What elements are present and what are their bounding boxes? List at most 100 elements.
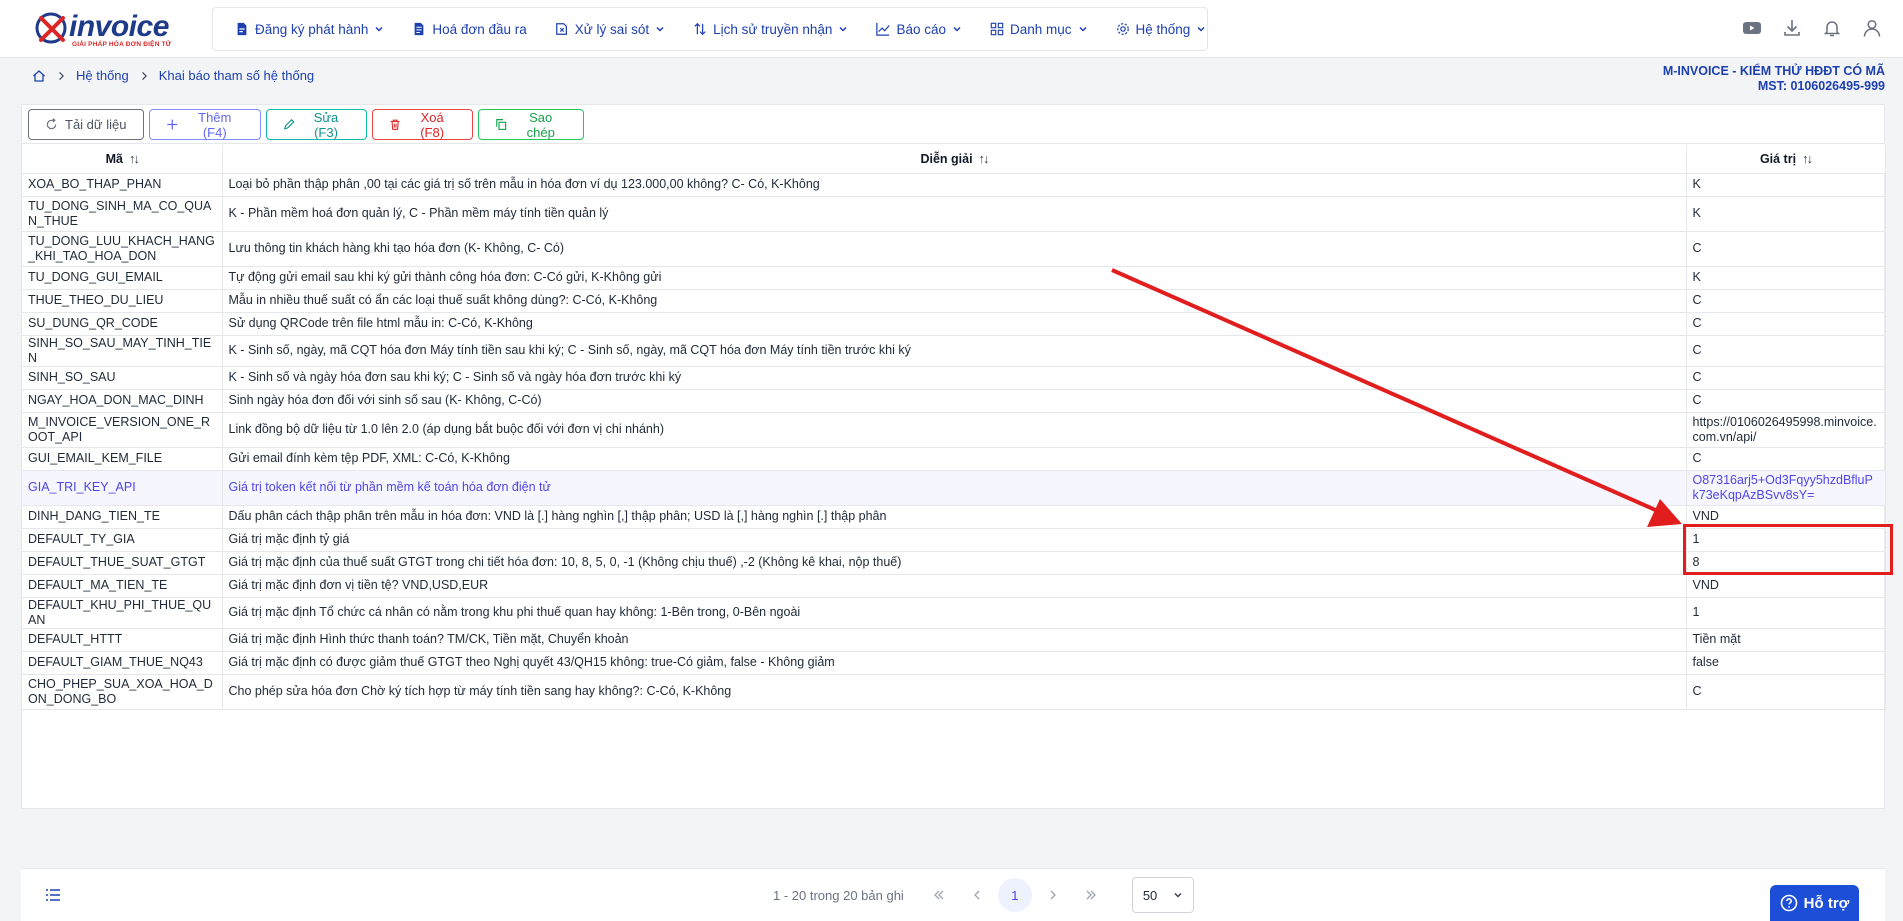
cell-code[interactable]: DEFAULT_HTTT bbox=[22, 628, 223, 652]
cell-description[interactable]: Gửi email đính kèm tệp PDF, XML: C-Có, K… bbox=[222, 447, 1687, 471]
nav-he-thong[interactable]: Hệ thống bbox=[1102, 8, 1221, 50]
cell-value[interactable]: O87316arj5+Od3Fqyy5hzdBfluPk73eKqpAzBSvv… bbox=[1686, 470, 1886, 506]
last-page-button[interactable] bbox=[1074, 878, 1108, 912]
cell-code[interactable]: CHO_PHEP_SUA_XOA_HOA_DON_DONG_BO bbox=[22, 674, 223, 710]
cell-description[interactable]: Giá trị mặc định của thuế suất GTGT tron… bbox=[222, 551, 1687, 575]
cell-code[interactable]: DEFAULT_MA_TIEN_TE bbox=[22, 574, 223, 598]
col-header-code[interactable]: Mã ↑↓ bbox=[22, 145, 223, 174]
cell-code[interactable]: DEFAULT_KHU_PHI_THUE_QUAN bbox=[22, 597, 223, 629]
cell-description[interactable]: Giá trị mặc định Hình thức thanh toán? T… bbox=[222, 628, 1687, 652]
cell-description[interactable]: Sinh ngày hóa đơn đối với sinh số sau (K… bbox=[222, 389, 1687, 413]
nav-bao-cao[interactable]: Báo cáo bbox=[862, 8, 976, 50]
cell-code[interactable]: DEFAULT_GIAM_THUE_NQ43 bbox=[22, 651, 223, 675]
cell-value[interactable]: K bbox=[1686, 196, 1886, 232]
cell-value[interactable]: false bbox=[1686, 651, 1886, 675]
table-row[interactable]: M_INVOICE_VERSION_ONE_ROOT_API Link đồng … bbox=[22, 412, 1886, 448]
cell-value[interactable]: Tiền mặt bbox=[1686, 628, 1886, 652]
cell-code[interactable]: TU_DONG_LUU_KHACH_HANG_KHI_TAO_HOA_DON bbox=[22, 231, 223, 267]
home-icon[interactable] bbox=[32, 69, 46, 83]
cell-description[interactable]: Link đồng bộ dữ liệu từ 1.0 lên 2.0 (áp … bbox=[222, 412, 1687, 448]
table-row[interactable]: DEFAULT_TY_GIA Giá trị mặc định tỷ giá 1 bbox=[22, 528, 1886, 552]
table-row[interactable]: SINH_SO_SAU_MAY_TINH_TIEN K - Sinh số, ng… bbox=[22, 335, 1886, 367]
sort-icon[interactable]: ↑↓ bbox=[979, 151, 990, 166]
sort-icon[interactable]: ↑↓ bbox=[1802, 151, 1813, 166]
cell-code[interactable]: TU_DONG_GUI_EMAIL bbox=[22, 266, 223, 290]
cell-code[interactable]: THUE_THEO_DU_LIEU bbox=[22, 289, 223, 313]
cell-value[interactable]: C bbox=[1686, 335, 1886, 367]
cell-value[interactable]: C bbox=[1686, 389, 1886, 413]
cell-value[interactable]: VND bbox=[1686, 574, 1886, 598]
logo[interactable]: invoice GIẢI PHÁP HÓA ĐƠN ĐIỆN TỬ bbox=[33, 10, 173, 48]
user-icon[interactable] bbox=[1861, 17, 1883, 39]
bell-icon[interactable] bbox=[1821, 17, 1843, 39]
breadcrumb-current[interactable]: Khai báo tham số hệ thống bbox=[159, 68, 314, 83]
table-row[interactable]: GUI_EMAIL_KEM_FILE Gửi email đính kèm tệp… bbox=[22, 447, 1886, 471]
nav-lich-su-truyen-nhan[interactable]: Lịch sử truyền nhận bbox=[679, 8, 862, 50]
cell-description[interactable]: Giá trị mặc định Tổ chức cá nhân có nằm … bbox=[222, 597, 1687, 629]
nav-danh-muc[interactable]: Danh mục bbox=[976, 8, 1102, 50]
cell-description[interactable]: K - Phần mềm hoá đơn quản lý, C - Phần m… bbox=[222, 196, 1687, 232]
next-page-button[interactable] bbox=[1036, 878, 1070, 912]
col-header-description[interactable]: Diễn giải ↑↓ bbox=[222, 145, 1687, 174]
cell-value[interactable]: 1 bbox=[1686, 528, 1886, 552]
cell-value[interactable]: C bbox=[1686, 231, 1886, 267]
edit-button[interactable]: Sửa (F3) bbox=[266, 109, 367, 140]
table-row[interactable]: DEFAULT_THUE_SUAT_GTGT Giá trị mặc định c… bbox=[22, 551, 1886, 575]
nav-dang-ky-phat-hanh[interactable]: Đăng ký phát hành bbox=[221, 8, 398, 50]
cell-value[interactable]: 8 bbox=[1686, 551, 1886, 575]
cell-description[interactable]: Mẫu in nhiều thuế suất có ẩn các loại th… bbox=[222, 289, 1687, 313]
first-page-button[interactable] bbox=[922, 878, 956, 912]
cell-code[interactable]: GUI_EMAIL_KEM_FILE bbox=[22, 447, 223, 471]
cell-value[interactable]: C bbox=[1686, 366, 1886, 390]
youtube-icon[interactable] bbox=[1741, 17, 1763, 39]
copy-button[interactable]: Sao chép bbox=[478, 109, 584, 140]
cell-value[interactable]: https://0106026495998.minvoice.com.vn/ap… bbox=[1686, 412, 1886, 448]
cell-code[interactable]: SINH_SO_SAU_MAY_TINH_TIEN bbox=[22, 335, 223, 367]
table-row[interactable]: TU_DONG_SINH_MA_CO_QUAN_THUE K - Phần mềm… bbox=[22, 196, 1886, 232]
table-row[interactable]: DEFAULT_HTTT Giá trị mặc định Hình thức t… bbox=[22, 628, 1886, 652]
cell-description[interactable]: Giá trị token kết nối từ phần mềm kế toá… bbox=[222, 470, 1687, 506]
cell-code[interactable]: TU_DONG_SINH_MA_CO_QUAN_THUE bbox=[22, 196, 223, 232]
cell-value[interactable]: C bbox=[1686, 289, 1886, 313]
table-row[interactable]: CHO_PHEP_SUA_XOA_HOA_DON_DONG_BO Cho phép… bbox=[22, 674, 1886, 710]
help-button[interactable]: Hỗ trợ bbox=[1770, 885, 1859, 921]
cell-description[interactable]: Dấu phân cách thập phân trên mẫu in hóa … bbox=[222, 505, 1687, 529]
table-row[interactable]: GIA_TRI_KEY_API Giá trị token kết nối từ … bbox=[22, 470, 1886, 506]
table-row[interactable]: SINH_SO_SAU K - Sinh số và ngày hóa đơn s… bbox=[22, 366, 1886, 390]
cell-code[interactable]: GIA_TRI_KEY_API bbox=[22, 470, 223, 506]
table-row[interactable]: DEFAULT_MA_TIEN_TE Giá trị mặc định đơn v… bbox=[22, 574, 1886, 598]
table-row[interactable]: TU_DONG_GUI_EMAIL Tự động gửi email sau k… bbox=[22, 266, 1886, 290]
table-row[interactable]: DEFAULT_GIAM_THUE_NQ43 Giá trị mặc định c… bbox=[22, 651, 1886, 675]
cell-value[interactable]: C bbox=[1686, 312, 1886, 336]
cell-description[interactable]: Cho phép sửa hóa đơn Chờ ký tích hợp từ … bbox=[222, 674, 1687, 710]
reload-button[interactable]: Tải dữ liệu bbox=[28, 109, 144, 140]
table-row[interactable]: DEFAULT_KHU_PHI_THUE_QUAN Giá trị mặc địn… bbox=[22, 597, 1886, 629]
nav-xu-ly-sai-sot[interactable]: Xử lý sai sót bbox=[541, 8, 679, 50]
cell-value[interactable]: 1 bbox=[1686, 597, 1886, 629]
cell-description[interactable]: Giá trị mặc định tỷ giá bbox=[222, 528, 1687, 552]
cell-description[interactable]: Sử dụng QRCode trên file html mẫu in: C-… bbox=[222, 312, 1687, 336]
table-row[interactable]: SU_DUNG_QR_CODE Sử dụng QRCode trên file … bbox=[22, 312, 1886, 336]
cell-description[interactable]: Giá trị mặc định đơn vị tiền tệ? VND,USD… bbox=[222, 574, 1687, 598]
cell-value[interactable]: VND bbox=[1686, 505, 1886, 529]
download-icon[interactable] bbox=[1781, 17, 1803, 39]
page-number-button[interactable]: 1 bbox=[997, 878, 1032, 912]
col-header-value[interactable]: Giá trị ↑↓ bbox=[1686, 145, 1886, 174]
cell-value[interactable]: C bbox=[1686, 674, 1886, 710]
cell-code[interactable]: DEFAULT_TY_GIA bbox=[22, 528, 223, 552]
table-row[interactable]: XOA_BO_THAP_PHAN Loại bỏ phần thập phân ,… bbox=[22, 173, 1886, 197]
cell-code[interactable]: SU_DUNG_QR_CODE bbox=[22, 312, 223, 336]
add-button[interactable]: Thêm (F4) bbox=[149, 109, 261, 140]
prev-page-button[interactable] bbox=[960, 878, 994, 912]
cell-code[interactable]: M_INVOICE_VERSION_ONE_ROOT_API bbox=[22, 412, 223, 448]
cell-description[interactable]: K - Sinh số, ngày, mã CQT hóa đơn Máy tí… bbox=[222, 335, 1687, 367]
table-row[interactable]: DINH_DANG_TIEN_TE Dấu phân cách thập phân… bbox=[22, 505, 1886, 529]
cell-code[interactable]: XOA_BO_THAP_PHAN bbox=[22, 173, 223, 197]
page-size-select[interactable]: 50 bbox=[1131, 877, 1194, 913]
list-icon[interactable] bbox=[45, 887, 61, 906]
cell-value[interactable]: C bbox=[1686, 447, 1886, 471]
cell-value[interactable]: K bbox=[1686, 266, 1886, 290]
cell-code[interactable]: DEFAULT_THUE_SUAT_GTGT bbox=[22, 551, 223, 575]
delete-button[interactable]: Xoá (F8) bbox=[372, 109, 473, 140]
table-row[interactable]: TU_DONG_LUU_KHACH_HANG_KHI_TAO_HOA_DON Lư… bbox=[22, 231, 1886, 267]
